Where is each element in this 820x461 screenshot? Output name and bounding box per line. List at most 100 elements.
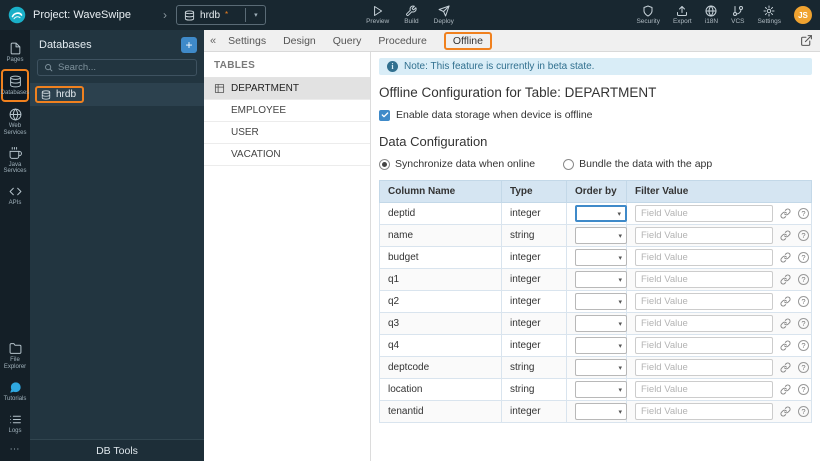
page-title: Offline Configuration for Table: DEPARTM… [379, 85, 657, 100]
chevron-down-icon: ▾ [618, 364, 622, 372]
help-icon[interactable]: ? [798, 340, 809, 351]
bind-variable-icon[interactable] [780, 208, 791, 219]
beta-note-text: Note: This feature is currently in beta … [404, 61, 595, 72]
header-type: Type [501, 180, 567, 203]
export-panel-icon[interactable] [800, 34, 813, 47]
more-options-icon[interactable]: ⋯ [10, 440, 21, 461]
main-content: « Settings Design Query Procedure Offlin… [204, 30, 820, 461]
database-search-box[interactable] [37, 59, 197, 76]
filter-value-input[interactable] [635, 381, 773, 398]
order-by-select[interactable]: ▾ [575, 337, 627, 354]
tab-bar: « Settings Design Query Procedure Offlin… [204, 30, 820, 52]
sidebar-item-apis[interactable]: APIs [0, 180, 30, 211]
filter-value-input[interactable] [635, 359, 773, 376]
filter-value-input[interactable] [635, 205, 773, 222]
preview-button[interactable]: Preview [366, 5, 389, 25]
sidebar-item-file-explorer[interactable]: File Explorer [0, 337, 30, 375]
column-name-cell: deptcode [379, 356, 502, 379]
tab-design[interactable]: Design [283, 35, 316, 47]
table-item-department[interactable]: DEPARTMENT [204, 78, 370, 100]
sidebar-item-pages[interactable]: Pages [0, 37, 30, 68]
database-item-hrdb[interactable]: hrdb [30, 83, 204, 106]
database-icon [41, 89, 51, 100]
settings-button[interactable]: Settings [758, 5, 781, 25]
tab-offline[interactable]: Offline [443, 31, 492, 50]
help-icon[interactable]: ? [798, 296, 809, 307]
order-by-select[interactable]: ▾ [575, 249, 627, 266]
export-button[interactable]: Export [673, 5, 692, 25]
column-name-cell: q3 [379, 312, 502, 335]
help-icon[interactable]: ? [798, 274, 809, 285]
order-by-select[interactable]: ▾ [575, 403, 627, 420]
vcs-button[interactable]: VCS [731, 5, 745, 25]
deploy-button[interactable]: Deploy [434, 5, 454, 25]
left-rail: Pages Databases Web Services Java Servic… [0, 30, 30, 461]
sidebar-item-logs[interactable]: Logs [0, 408, 30, 439]
code-icon [9, 185, 22, 198]
table-item-user[interactable]: USER [204, 122, 370, 144]
sidebar-item-web-services[interactable]: Web Services [0, 103, 30, 141]
bind-variable-icon[interactable] [780, 230, 791, 241]
db-tools-button[interactable]: DB Tools [30, 439, 204, 461]
collapse-panel-icon[interactable]: « [210, 35, 216, 47]
bind-variable-icon[interactable] [780, 406, 791, 417]
order-by-select[interactable]: ▾ [575, 205, 627, 222]
search-input[interactable] [58, 62, 190, 73]
table-item-employee[interactable]: EMPLOYEE [204, 100, 370, 122]
chevron-down-icon: ▾ [245, 8, 258, 22]
add-database-button[interactable]: + [181, 37, 197, 53]
help-icon[interactable]: ? [798, 318, 809, 329]
column-type-cell: integer [501, 290, 567, 313]
radio-synchronize-online[interactable]: Synchronize data when online [379, 158, 535, 170]
order-by-select[interactable]: ▾ [575, 315, 627, 332]
column-type-cell: integer [501, 268, 567, 291]
column-name-cell: tenantid [379, 400, 502, 423]
chevron-down-icon: ▾ [618, 232, 622, 240]
project-title: Project: WaveSwipe [33, 9, 132, 21]
sidebar-item-databases[interactable]: Databases [1, 68, 29, 102]
help-icon[interactable]: ? [798, 252, 809, 263]
bind-variable-icon[interactable] [780, 318, 791, 329]
filter-value-input[interactable] [635, 293, 773, 310]
db-selector-dropdown[interactable]: hrdb * ▾ [176, 5, 266, 25]
column-name-cell: name [379, 224, 502, 247]
bind-variable-icon[interactable] [780, 274, 791, 285]
order-by-select[interactable]: ▾ [575, 271, 627, 288]
wavemaker-logo-icon[interactable] [8, 6, 26, 24]
sidebar-item-tutorials[interactable]: Tutorials [0, 376, 30, 407]
filter-value-input[interactable] [635, 271, 773, 288]
user-avatar[interactable]: JS [794, 6, 812, 24]
security-button[interactable]: Security [636, 5, 660, 25]
chevron-down-icon: ▾ [617, 210, 621, 218]
enable-offline-checkbox[interactable]: Enable data storage when device is offli… [379, 109, 593, 121]
order-by-select[interactable]: ▾ [575, 293, 627, 310]
table-item-vacation[interactable]: VACATION [204, 144, 370, 166]
bind-variable-icon[interactable] [780, 362, 791, 373]
filter-value-input[interactable] [635, 403, 773, 420]
table-row: location string ▾ ? [379, 378, 812, 401]
tab-procedure[interactable]: Procedure [378, 35, 426, 47]
bind-variable-icon[interactable] [780, 340, 791, 351]
tab-query[interactable]: Query [333, 35, 362, 47]
order-by-select[interactable]: ▾ [575, 227, 627, 244]
tab-settings[interactable]: Settings [228, 35, 266, 47]
help-icon[interactable]: ? [798, 230, 809, 241]
filter-value-input[interactable] [635, 227, 773, 244]
help-icon[interactable]: ? [798, 208, 809, 219]
bind-variable-icon[interactable] [780, 296, 791, 307]
help-icon[interactable]: ? [798, 362, 809, 373]
databases-panel-title: Databases [39, 39, 92, 51]
help-icon[interactable]: ? [798, 384, 809, 395]
build-button[interactable]: Build [404, 5, 419, 25]
filter-value-input[interactable] [635, 315, 773, 332]
bind-variable-icon[interactable] [780, 252, 791, 263]
bind-variable-icon[interactable] [780, 384, 791, 395]
help-icon[interactable]: ? [798, 406, 809, 417]
order-by-select[interactable]: ▾ [575, 381, 627, 398]
filter-value-input[interactable] [635, 249, 773, 266]
radio-bundle-with-app[interactable]: Bundle the data with the app [563, 158, 712, 170]
sidebar-item-java-services[interactable]: Java Services [0, 142, 30, 180]
order-by-select[interactable]: ▾ [575, 359, 627, 376]
filter-value-input[interactable] [635, 337, 773, 354]
i18n-button[interactable]: i18N [705, 5, 718, 25]
